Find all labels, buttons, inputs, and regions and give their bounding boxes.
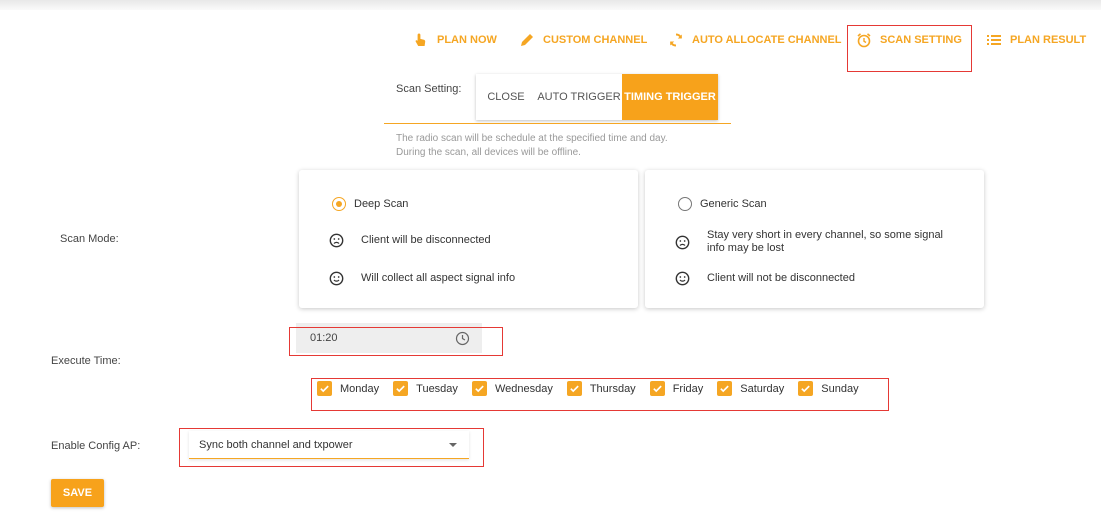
deep-scan-card[interactable]: Deep Scan Client will be disconnected Wi…: [299, 170, 638, 308]
nav-label: CUSTOM CHANNEL: [543, 34, 648, 46]
radio-unchecked-icon[interactable]: [678, 197, 692, 211]
scan-setting-toggle-group: CLOSE AUTO TRIGGER TIMING TRIGGER: [476, 74, 718, 120]
nav-label: PLAN NOW: [437, 34, 497, 46]
deep-scan-pro: Will collect all aspect signal info: [329, 271, 611, 286]
sad-face-icon: [329, 233, 344, 248]
generic-scan-con: Stay very short in every channel, so som…: [675, 229, 957, 255]
generic-scan-pro: Client will not be disconnected: [675, 271, 957, 286]
scan-hint: The radio scan will be schedule at the s…: [396, 132, 756, 160]
config-ap-label: Enable Config AP:: [51, 440, 141, 452]
divider: [384, 123, 731, 124]
deep-scan-con: Client will be disconnected: [329, 233, 611, 248]
scan-setting-label: Scan Setting:: [396, 83, 462, 95]
scan-mode-label: Scan Mode:: [60, 233, 119, 245]
deep-scan-radio-option[interactable]: Deep Scan: [332, 197, 408, 211]
scan-close-button[interactable]: CLOSE: [476, 74, 536, 120]
highlight-box-config-ap: [179, 428, 484, 467]
scan-timing-trigger-button[interactable]: TIMING TRIGGER: [622, 74, 718, 120]
nav-custom-channel[interactable]: CUSTOM CHANNEL: [519, 28, 647, 52]
generic-scan-pro-text: Client will not be disconnected: [707, 272, 855, 284]
nav-label: PLAN RESULT: [1010, 34, 1087, 46]
smile-face-icon: [675, 271, 690, 286]
deep-scan-title: Deep Scan: [354, 198, 409, 210]
generic-scan-card[interactable]: Generic Scan Stay very short in every ch…: [645, 170, 984, 308]
refresh-icon: [670, 33, 682, 47]
list-icon: [987, 35, 1001, 45]
pencil-icon: [521, 34, 533, 46]
scan-hint-line: During the scan, all devices will be off…: [396, 147, 581, 158]
scan-auto-trigger-button[interactable]: AUTO TRIGGER: [536, 74, 622, 120]
nav-label: AUTO ALLOCATE CHANNEL: [692, 34, 842, 46]
generic-scan-con-text: Stay very short in every channel, so som…: [707, 229, 944, 254]
execute-time-label: Execute Time:: [51, 355, 121, 367]
hand-pointer-icon: [415, 33, 426, 46]
scan-hint-line: The radio scan will be schedule at the s…: [396, 133, 668, 144]
radio-checked-icon[interactable]: [332, 197, 346, 211]
generic-scan-radio-option[interactable]: Generic Scan: [678, 197, 767, 211]
deep-scan-con-text: Client will be disconnected: [361, 234, 491, 246]
nav-plan-now[interactable]: PLAN NOW: [413, 28, 497, 52]
deep-scan-pro-text: Will collect all aspect signal info: [361, 272, 516, 284]
highlight-box-scan-setting: [847, 25, 972, 72]
highlight-box-days: [311, 378, 889, 411]
generic-scan-title: Generic Scan: [700, 198, 767, 210]
sad-face-icon: [675, 235, 690, 249]
smile-face-icon: [329, 271, 344, 286]
nav-auto-allocate-channel[interactable]: AUTO ALLOCATE CHANNEL: [668, 28, 842, 52]
nav-plan-result[interactable]: PLAN RESULT: [986, 28, 1086, 52]
top-shadow-bar: [0, 0, 1101, 10]
highlight-box-time: [289, 327, 503, 356]
save-button[interactable]: SAVE: [51, 479, 104, 507]
